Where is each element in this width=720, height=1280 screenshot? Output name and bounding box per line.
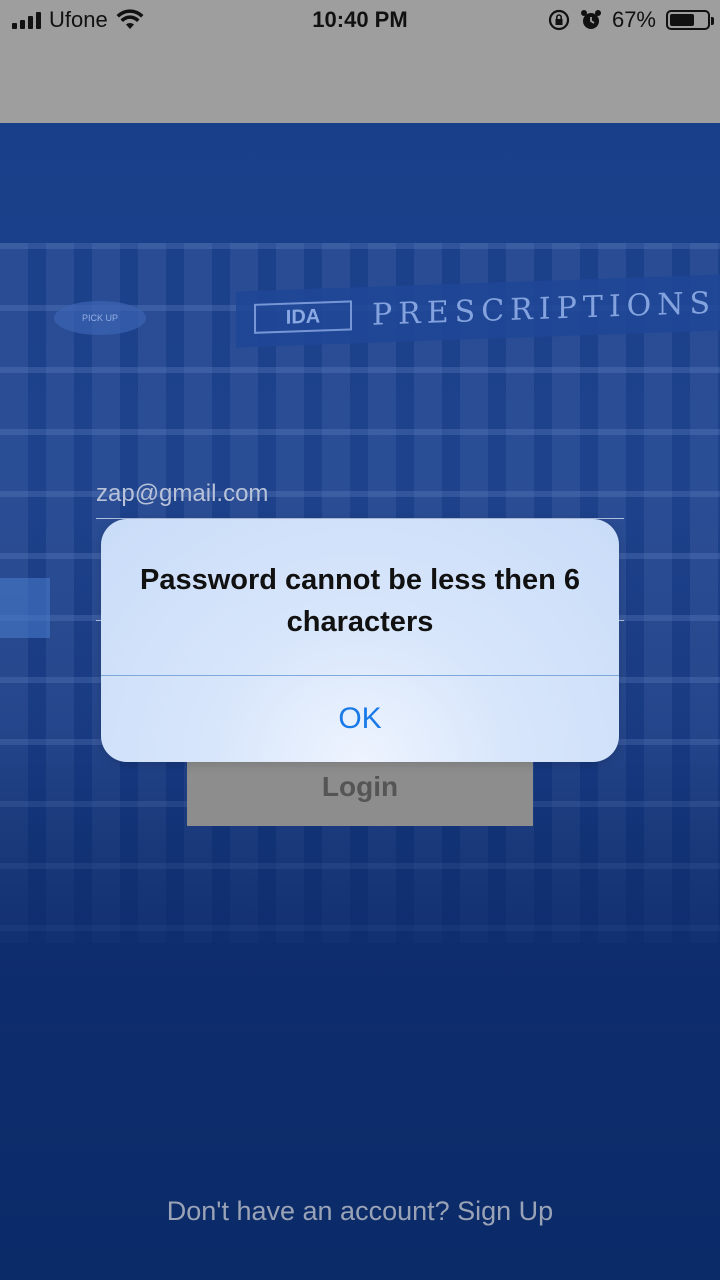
pickup-sign: PICK UP xyxy=(54,301,146,335)
product-box xyxy=(0,578,50,638)
alert-dialog: Password cannot be less then 6 character… xyxy=(101,519,619,762)
ida-logo: IDA xyxy=(254,300,352,334)
alert-ok-button[interactable]: OK xyxy=(101,676,619,762)
email-field[interactable] xyxy=(96,480,624,519)
status-right: 67% xyxy=(548,0,714,40)
rotation-lock-icon xyxy=(548,9,570,31)
alarm-icon xyxy=(580,10,601,29)
battery-percent: 67% xyxy=(611,7,656,32)
alert-message: Password cannot be less then 6 character… xyxy=(140,564,580,638)
prescriptions-text: PRESCRIPTIONS xyxy=(372,285,717,333)
battery-fill xyxy=(670,14,695,26)
login-screen: Ufone 10:40 PM 67% PICK UP IDA PRESCRIPT… xyxy=(0,0,720,1280)
nav-bar xyxy=(0,40,720,123)
email-input[interactable] xyxy=(96,480,624,518)
battery-icon xyxy=(666,10,714,30)
status-bar: Ufone 10:40 PM 67% xyxy=(0,0,720,40)
signup-link[interactable]: Don't have an account? Sign Up xyxy=(0,1196,720,1227)
